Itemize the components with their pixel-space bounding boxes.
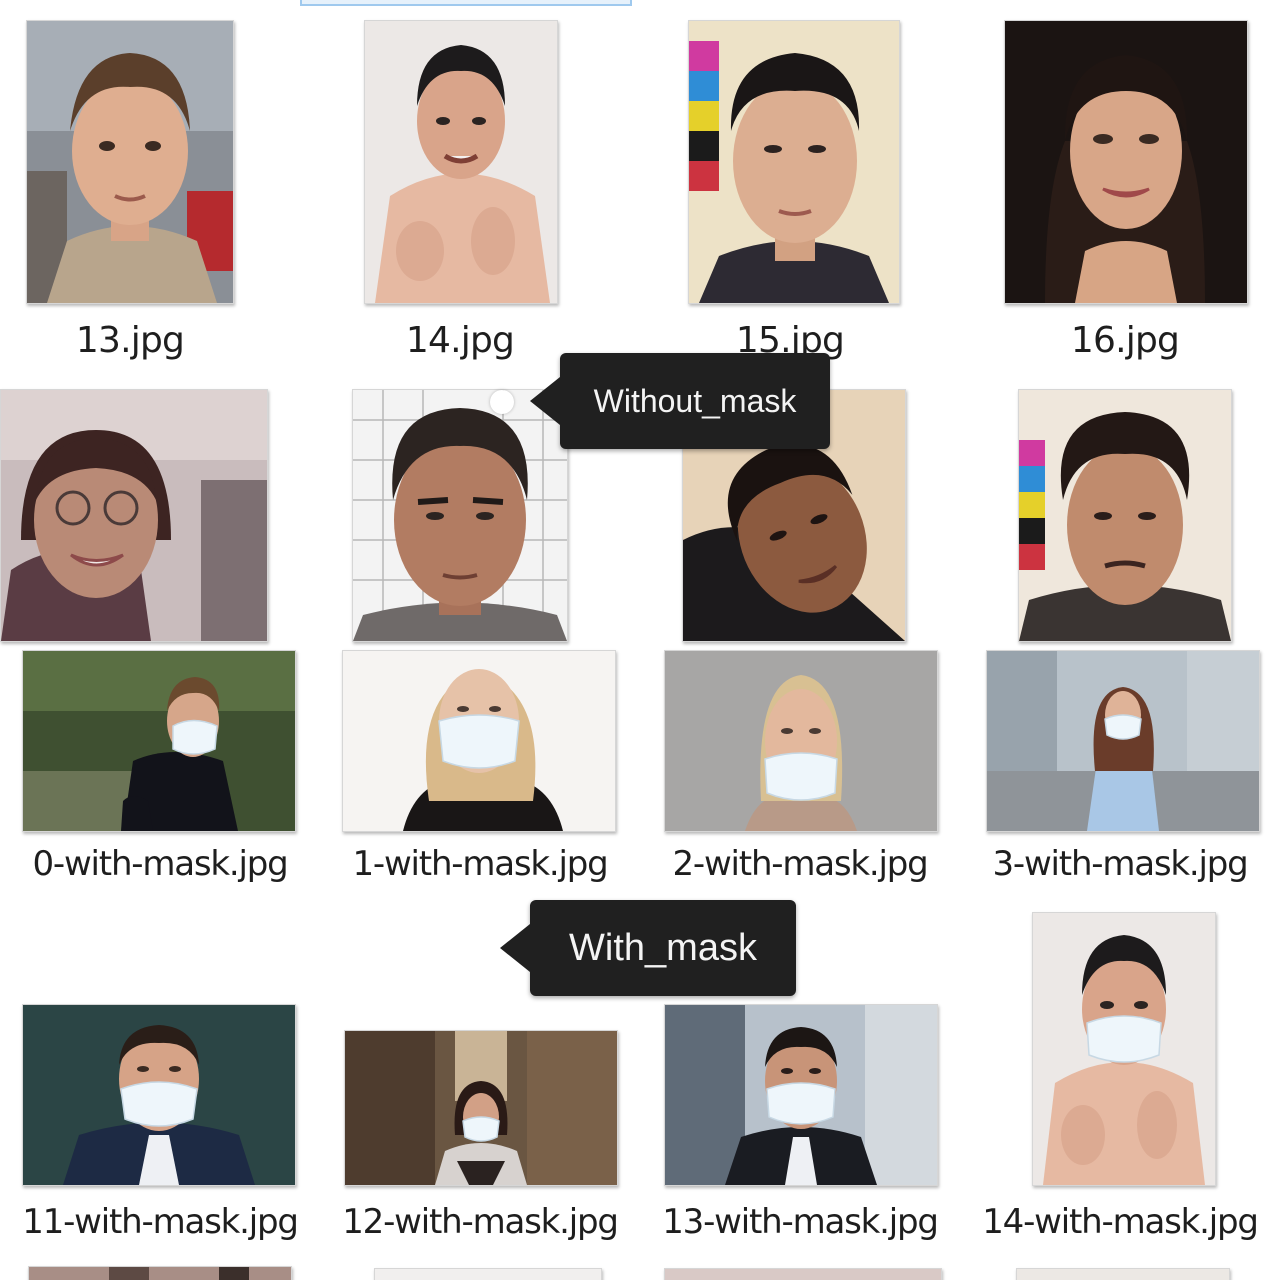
file-item[interactable]: 13.jpg (0, 0, 260, 370)
file-name: 12-with-mask.jpg (342, 1202, 619, 1242)
file-item[interactable]: 12-with-mask.jpg (320, 1000, 640, 1250)
file-item[interactable] (0, 385, 270, 642)
file-name: 0-with-mask.jpg (32, 844, 288, 884)
image-thumbnail[interactable] (1004, 20, 1248, 304)
file-name: 1-with-mask.jpg (352, 844, 608, 884)
file-name: 16.jpg (1070, 320, 1180, 361)
file-name: 13-with-mask.jpg (662, 1202, 939, 1242)
image-thumbnail[interactable] (28, 1266, 292, 1280)
image-thumbnail[interactable] (664, 1004, 938, 1186)
with-mask-callout: With_mask (500, 900, 796, 996)
image-thumbnail[interactable] (22, 650, 296, 832)
cursor-dot-icon (490, 390, 514, 414)
file-item[interactable] (990, 385, 1260, 642)
image-thumbnail[interactable] (364, 20, 558, 304)
file-item[interactable]: 0-with-mask.jpg (0, 640, 320, 890)
image-thumbnail[interactable] (26, 20, 234, 304)
file-item[interactable]: 14-with-mask.jpg (960, 900, 1280, 1250)
file-item[interactable]: 15.jpg (660, 0, 920, 370)
file-name: 11-with-mask.jpg (22, 1202, 299, 1242)
file-name: 3-with-mask.jpg (992, 844, 1248, 884)
file-item[interactable]: 16.jpg (990, 0, 1260, 370)
file-item[interactable]: 1-with-mask.jpg (320, 640, 640, 890)
image-thumbnail[interactable] (352, 389, 568, 642)
file-item[interactable]: 3-with-mask.jpg (960, 640, 1280, 890)
without-mask-label: Without_mask (593, 382, 797, 419)
file-item[interactable]: 13-with-mask.jpg (640, 1000, 960, 1250)
image-thumbnail[interactable] (1018, 389, 1232, 642)
image-thumbnail[interactable] (342, 650, 616, 832)
image-thumbnail[interactable] (344, 1030, 618, 1186)
file-name: 14.jpg (405, 320, 515, 361)
file-explorer-view: 13.jpg 14.jpg 15.jpg 16.jpg 0-with-mask.… (0, 0, 1280, 1280)
image-thumbnail[interactable] (986, 650, 1260, 832)
file-item[interactable]: 14.jpg (330, 0, 590, 370)
file-item[interactable]: 2-with-mask.jpg (640, 640, 960, 890)
image-thumbnail[interactable] (688, 20, 900, 304)
file-name: 2-with-mask.jpg (672, 844, 928, 884)
image-thumbnail[interactable] (374, 1268, 602, 1280)
file-name: 13.jpg (75, 320, 185, 361)
image-thumbnail[interactable] (0, 389, 268, 642)
image-thumbnail[interactable] (22, 1004, 296, 1186)
image-thumbnail[interactable] (1032, 912, 1216, 1186)
image-thumbnail[interactable] (664, 650, 938, 832)
image-thumbnail[interactable] (1016, 1268, 1230, 1280)
file-item[interactable]: 11-with-mask.jpg (0, 1000, 320, 1250)
with-mask-label: With_mask (569, 926, 757, 969)
image-thumbnail[interactable] (664, 1268, 942, 1280)
file-name: 14-with-mask.jpg (982, 1202, 1259, 1242)
without-mask-callout: Without_mask (530, 353, 830, 449)
